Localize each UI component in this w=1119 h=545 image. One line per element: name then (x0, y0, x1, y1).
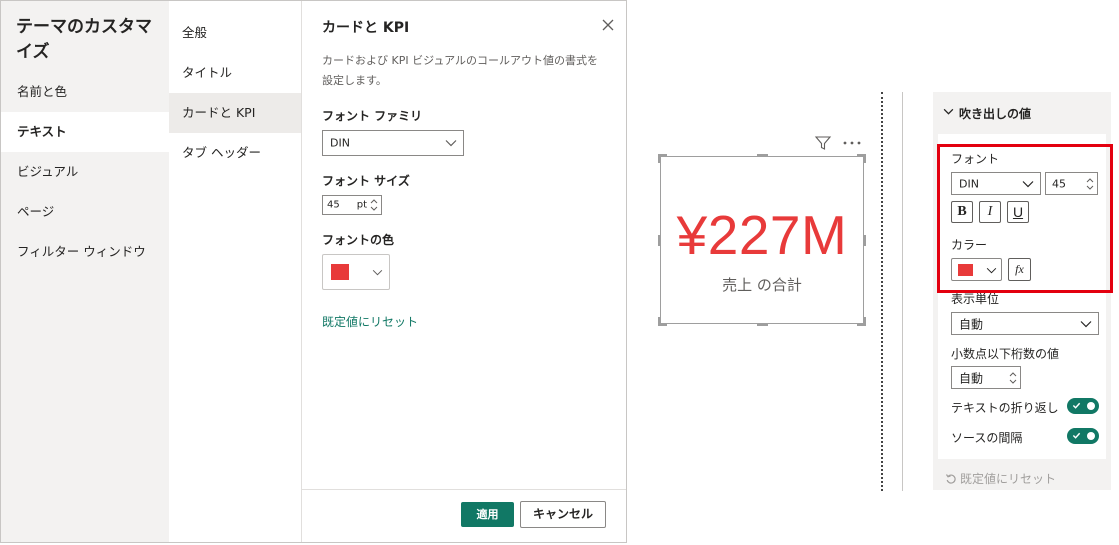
chevron-down-icon (372, 269, 383, 276)
resize-handle-right[interactable] (864, 235, 866, 246)
visual-header (814, 134, 864, 152)
reset-icon (945, 474, 956, 484)
left-nav-item-page[interactable]: ページ (1, 192, 169, 232)
pane-reset-label: 既定値にリセット (960, 472, 1057, 486)
resize-handle-top-right-v[interactable] (864, 154, 866, 163)
content-description: カードおよび KPI ビジュアルのコールアウト値の書式を設定します。 (322, 54, 598, 87)
more-options-icon[interactable] (843, 141, 861, 145)
sub-nav-item-title[interactable]: タイトル (169, 53, 301, 93)
chevron-down-icon (943, 108, 954, 115)
divider-solid (902, 92, 903, 491)
font-family-value: DIN (330, 136, 350, 150)
left-nav-item-name-and-colors[interactable]: 名前と色 (1, 72, 169, 112)
dialog-title: テーマのカスタマイズ (16, 17, 152, 62)
reset-to-default-link[interactable]: 既定値にリセット (322, 313, 418, 330)
text-wrap-label: テキストの折り返し (951, 401, 1059, 415)
decimal-places-spinner[interactable]: 自動 (951, 366, 1021, 389)
resize-handle-left[interactable] (658, 235, 660, 246)
decimal-places-value: 自動 (959, 371, 984, 385)
check-icon (1072, 432, 1081, 439)
display-units-value: 自動 (959, 317, 984, 331)
close-icon (602, 19, 614, 31)
spinner-arrows-icon[interactable] (1008, 370, 1018, 386)
font-size-unit: pt (356, 199, 367, 211)
theme-customize-dialog: テーマのカスタマイズ 名前と色 テキスト ビジュアル ページ フィルター ウィン… (0, 0, 627, 543)
pane-reset-link[interactable]: 既定値にリセット (945, 470, 1056, 487)
sub-nav-item-cards-and-kpi[interactable]: カードと KPI (169, 93, 301, 133)
card-visual[interactable]: ¥227M 売上 の合計 (658, 154, 866, 326)
text-wrap-toggle[interactable] (1067, 398, 1099, 414)
font-size-label: フォント サイズ (322, 174, 410, 188)
content-title: カードと KPI (322, 20, 410, 36)
toggle-knob (1087, 402, 1095, 410)
left-nav-item-text[interactable]: テキスト (1, 112, 169, 152)
filter-icon[interactable] (814, 135, 832, 151)
resize-handle-bottom-left-v[interactable] (658, 317, 660, 326)
resize-handle-bottom[interactable] (757, 324, 768, 326)
font-family-label: フォント ファミリ (322, 109, 423, 123)
highlight-box (937, 144, 1113, 293)
card-callout-value: ¥227M (676, 204, 848, 266)
source-spacing-toggle[interactable] (1067, 428, 1099, 444)
sub-nav-item-general[interactable]: 全般 (169, 13, 301, 53)
close-button[interactable] (600, 17, 616, 33)
chevron-down-icon (445, 140, 457, 147)
left-nav-item-visuals[interactable]: ビジュアル (1, 152, 169, 192)
font-color-label: フォントの色 (322, 233, 395, 247)
toggle-knob (1087, 432, 1095, 440)
decimal-places-label: 小数点以下桁数の値 (951, 347, 1060, 361)
cancel-button[interactable]: キャンセル (520, 501, 606, 528)
callout-value-section-header[interactable]: 吹き出しの値 (933, 92, 1111, 134)
source-spacing-label: ソースの間隔 (951, 431, 1023, 445)
resize-handle-top-left-v[interactable] (658, 154, 660, 163)
font-size-spinner[interactable]: 45 pt (322, 195, 382, 215)
resize-handle-bottom-right-v[interactable] (864, 317, 866, 326)
check-icon (1072, 402, 1081, 409)
divider-dotted (881, 92, 883, 491)
resize-handle-top[interactable] (757, 154, 768, 156)
display-units-dropdown[interactable]: 自動 (951, 312, 1099, 335)
font-color-picker[interactable] (322, 254, 390, 290)
spinner-arrows-icon[interactable] (369, 197, 379, 213)
chevron-down-icon (1080, 320, 1092, 327)
dialog-sub-nav: 全般 タイトル カードと KPI タブ ヘッダー (169, 1, 302, 542)
dialog-left-nav: テーマのカスタマイズ 名前と色 テキスト ビジュアル ページ フィルター ウィン… (1, 1, 169, 542)
left-nav-item-filter-pane[interactable]: フィルター ウィンドウ (1, 232, 169, 272)
font-size-value: 45 (327, 199, 340, 211)
apply-button[interactable]: 適用 (461, 502, 514, 527)
dialog-footer: 適用 キャンセル (302, 489, 626, 542)
font-family-dropdown[interactable]: DIN (322, 130, 464, 156)
section-title: 吹き出しの値 (959, 107, 1032, 121)
sub-nav-item-tab-header[interactable]: タブ ヘッダー (169, 133, 301, 173)
font-color-swatch (331, 264, 349, 280)
dialog-content: カードと KPI カードおよび KPI ビジュアルのコールアウト値の書式を設定し… (302, 1, 626, 542)
card-category-label: 売上 の合計 (722, 276, 802, 294)
